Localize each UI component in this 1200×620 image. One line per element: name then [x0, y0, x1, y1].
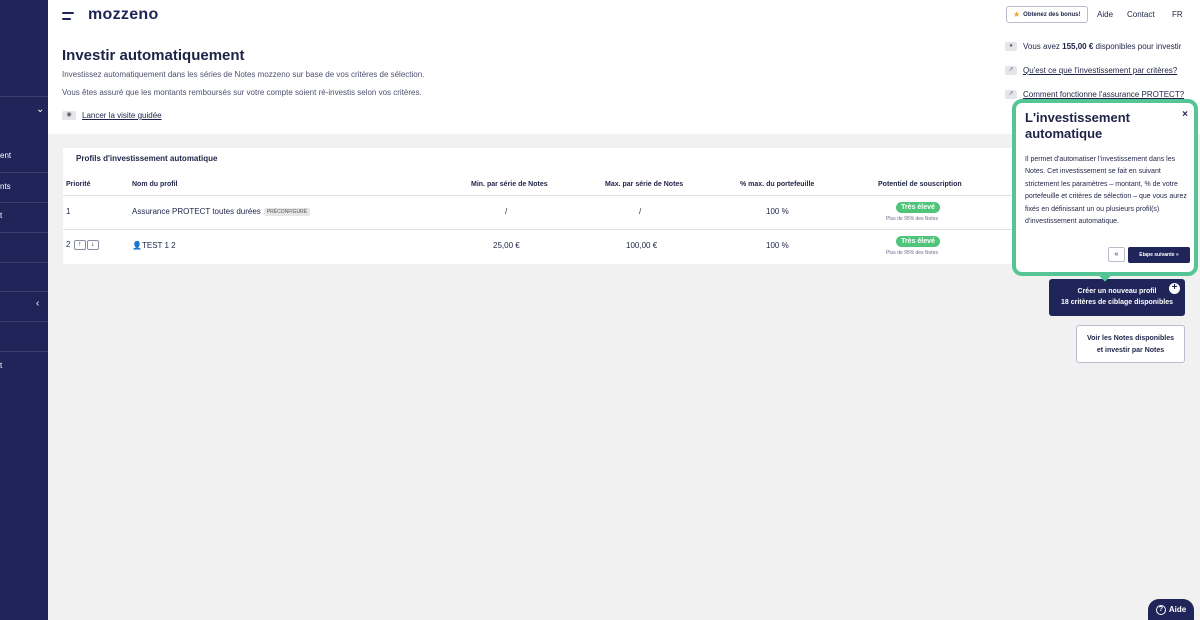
profiles-title: Profils d'investissement automatique	[76, 154, 218, 163]
external-link-icon: ↗	[1005, 90, 1017, 99]
popover-body: Il permet d'automatiser l'investissement…	[1025, 156, 1187, 226]
guided-tour-link[interactable]: ◉ Lancer la visite guidée	[62, 111, 162, 120]
sidebar-item-account[interactable]: t	[0, 211, 48, 220]
sidebar-item-payments[interactable]: nts	[0, 182, 48, 191]
move-down-button[interactable]: ↓	[86, 240, 99, 250]
column-header: Nom du profil	[132, 181, 178, 188]
row-priority: 2 ↑ ↓	[66, 240, 99, 250]
question-icon: ?	[1155, 604, 1166, 615]
criteria-info-link[interactable]: ↗ Qu'est ce que l'investissement par cri…	[1005, 66, 1177, 75]
eye-icon: ◉	[62, 111, 76, 120]
row-max: /	[639, 207, 642, 216]
row-percent: 100 %	[766, 207, 789, 216]
potential-badge: Très élevé	[896, 202, 940, 213]
profiles-card: Profils d'investissement automatique Pri…	[63, 148, 1043, 264]
row-max: 100,00 €	[626, 241, 658, 250]
column-header: Max. par série de Notes	[605, 181, 684, 188]
column-header: % max. du portefeuille	[740, 181, 815, 188]
top-bar: mozzeno ★ Obtenez des bonus! Aide Contac…	[48, 0, 1200, 34]
row-profile-name[interactable]: Assurance PROTECT toutes durées PRÉCONFIG…	[132, 207, 311, 216]
next-step-button[interactable]: Etape suivante »	[1128, 247, 1190, 263]
chevron-down-icon[interactable]: ⌄	[36, 104, 44, 115]
logo: mozzeno	[88, 6, 159, 23]
sidebar-divider	[0, 351, 48, 352]
language-selector[interactable]: FR	[1172, 10, 1183, 19]
user-icon: 👤	[132, 241, 142, 250]
row-min: 25,00 €	[493, 241, 520, 250]
row-profile-name[interactable]: 👤TEST 1 2	[132, 241, 176, 250]
row-divider	[63, 229, 1043, 230]
sidebar-item-other[interactable]: t	[0, 361, 48, 370]
row-priority: 1	[66, 207, 71, 216]
sidebar-divider	[0, 321, 48, 322]
potential-badge: Très élevé	[896, 236, 940, 247]
create-profile-button[interactable]: + Créer un nouveau profil 18 critères de…	[1049, 279, 1185, 316]
page-description: Vous êtes assuré que les montants rembou…	[62, 88, 422, 97]
sidebar: ⌄ ent nts t ‹ t	[0, 0, 48, 620]
user-icon: ●	[1005, 42, 1017, 51]
sidebar-divider	[0, 172, 48, 173]
previous-step-button[interactable]: «	[1108, 247, 1125, 262]
close-icon[interactable]: ×	[1182, 109, 1188, 120]
column-header: Min. par série de Notes	[471, 181, 548, 188]
row-divider	[63, 195, 1043, 196]
potential-subtext: Plus de 95% des Notes	[886, 216, 938, 222]
help-link[interactable]: Aide	[1097, 10, 1113, 19]
external-link-icon: ↗	[1005, 66, 1017, 75]
help-widget-button[interactable]: ? Aide	[1148, 599, 1194, 620]
sidebar-divider	[0, 262, 48, 263]
row-percent: 100 %	[766, 241, 789, 250]
bonus-button[interactable]: ★ Obtenez des bonus!	[1006, 6, 1088, 23]
popover-title: L'investissement automatique	[1025, 110, 1130, 141]
plus-icon: +	[1169, 283, 1180, 294]
column-header: Potentiel de souscription	[878, 181, 962, 188]
sidebar-divider	[0, 291, 48, 292]
row-min: /	[505, 207, 508, 216]
hamburger-menu-icon[interactable]	[62, 12, 74, 21]
sidebar-divider	[0, 232, 48, 233]
star-icon: ★	[1013, 10, 1021, 19]
sidebar-divider	[0, 202, 48, 203]
chevron-left-icon[interactable]: ‹	[36, 298, 39, 309]
move-up-button[interactable]: ↑	[73, 240, 86, 250]
page-description: Investissez automatiquement dans les sér…	[62, 70, 425, 79]
sidebar-item-invest[interactable]: ent	[0, 151, 48, 160]
view-notes-button[interactable]: Voir les Notes disponibles et investir p…	[1076, 325, 1185, 363]
tour-popover: L'investissement automatique × Il permet…	[1012, 99, 1198, 276]
protect-info-link[interactable]: ↗ Comment fonctionne l'assurance PROTECT…	[1005, 90, 1184, 99]
preconfigured-badge: PRÉCONFIGURÉ	[263, 207, 311, 216]
column-header: Priorité	[66, 181, 91, 188]
contact-link[interactable]: Contact	[1127, 10, 1155, 19]
available-balance: ● Vous avez 155,00 € disponibles pour in…	[1005, 42, 1181, 51]
page-title: Investir automatiquement	[62, 47, 245, 64]
sidebar-divider	[0, 96, 48, 97]
potential-subtext: Plus de 95% des Notes	[886, 250, 938, 256]
